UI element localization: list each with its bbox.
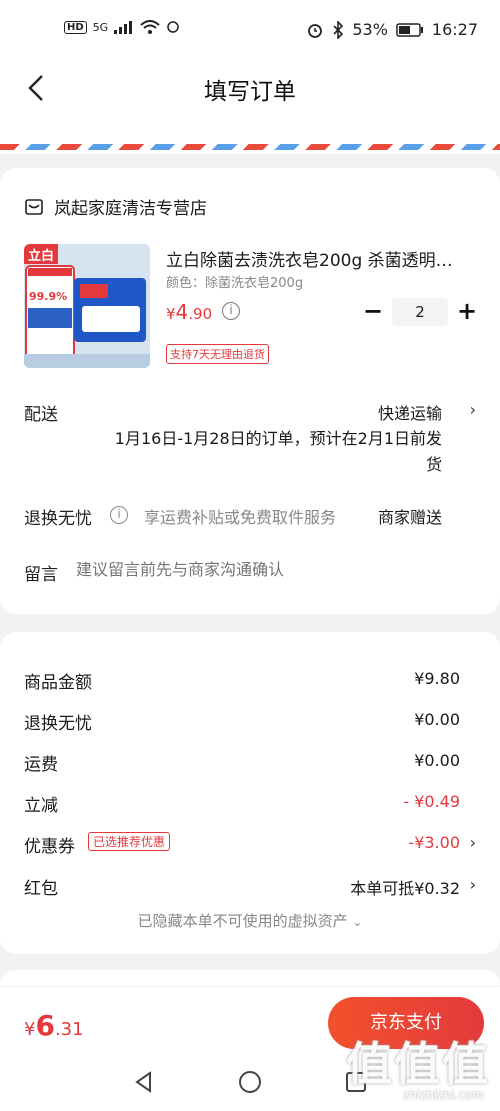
nav-bar: 填写订单 — [0, 60, 500, 120]
goods-amount-value: ¥9.80 — [414, 669, 460, 688]
status-bar: HD 5G 53% 16:27 — [0, 0, 500, 60]
info-icon[interactable]: i — [110, 506, 128, 524]
total-symbol: ¥ — [24, 1019, 36, 1040]
product-image[interactable]: 立白 99.9% — [24, 244, 150, 368]
network-label: 5G — [92, 20, 109, 34]
return-service-desc: 享运费补贴或免费取件服务 — [144, 508, 337, 527]
store-name: 岚起家庭清洁专营店 — [54, 199, 207, 219]
red-packet-value[interactable]: 本单可抵¥0.32 — [350, 875, 460, 899]
address-divider — [0, 120, 500, 154]
product-title[interactable]: 立白除菌去渍洗衣皂200g 杀菌透明… — [166, 246, 476, 271]
product-price: ¥4.90 — [166, 300, 212, 324]
hidden-assets-toggle[interactable]: 已隐藏本单不可使用的虚拟资产 ⌄ — [0, 910, 500, 931]
price-symbol: ¥ — [166, 305, 176, 323]
home-circle-icon[interactable] — [238, 1070, 262, 1094]
product-image-percent: 99.9% — [29, 290, 68, 303]
shipping-method[interactable]: 快递运输 — [378, 400, 442, 424]
return-fee-label: 退换无忧 — [24, 714, 92, 734]
message-label: 留言 — [24, 565, 58, 585]
freight-value: ¥0.00 — [414, 751, 460, 770]
total-integer: 6 — [35, 1009, 55, 1042]
watermark-logo: 值值值 — [346, 1037, 490, 1091]
back-triangle-icon[interactable] — [132, 1070, 156, 1094]
store-row[interactable]: 岚起家庭清洁专营店 — [24, 194, 207, 219]
watermark-site: zhizhizhi.com — [402, 1088, 484, 1102]
status-right: 53% 16:27 — [306, 20, 478, 39]
signal-icon — [114, 21, 133, 34]
decrease-button[interactable]: − — [362, 299, 384, 325]
return-service-gift: 商家赠送 — [377, 508, 442, 527]
order-item-card: 岚起家庭清洁专营店 立白 99.9% 立白除菌去渍洗衣皂200g 杀菌透明… 颜… — [0, 168, 500, 614]
chevron-right-icon[interactable]: › — [470, 875, 476, 894]
chevron-right-icon[interactable]: › — [470, 833, 476, 852]
return-service-label: 退换无忧 — [24, 509, 92, 529]
alarm-icon — [308, 23, 323, 38]
message-input[interactable] — [76, 560, 476, 579]
red-packet-label: 红包 — [24, 879, 58, 899]
shipping-label: 配送 — [24, 405, 58, 425]
store-icon — [25, 198, 43, 215]
info-icon[interactable]: i — [222, 302, 240, 320]
hd-icon: HD — [64, 20, 87, 34]
instant-discount-value: - ¥0.49 — [403, 792, 460, 811]
product-image-brand: 立白 — [28, 249, 55, 264]
chevron-right-icon[interactable]: › — [470, 400, 476, 419]
quantity-stepper: − 2 + — [362, 298, 478, 326]
price-summary-card: 商品金额 ¥9.80 退换无忧 ¥0.00 运费 ¥0.00 立减 - ¥0.4… — [0, 632, 500, 954]
app-notification-icon — [167, 21, 179, 33]
coupon-value[interactable]: -¥3.00 — [408, 833, 460, 852]
hidden-assets-note: 已隐藏本单不可使用的虚拟资产 — [137, 912, 348, 930]
product-variant: 颜色：除菌洗衣皂200g — [166, 276, 304, 291]
clock: 16:27 — [431, 20, 478, 39]
coupon-recommended-tag: 已选推荐优惠 — [88, 832, 171, 851]
shipping-note: 1月16日-1月28日的订单，预计在2月1日前发货 — [114, 429, 442, 474]
price-decimal: .90 — [188, 305, 213, 323]
bluetooth-icon — [333, 20, 344, 39]
return-policy-badge: 支持7天无理由退货 — [166, 344, 269, 364]
page-title: 填写订单 — [204, 79, 296, 105]
price-integer: 4 — [175, 300, 189, 324]
goods-amount-label: 商品金额 — [24, 673, 92, 693]
increase-button[interactable]: + — [456, 299, 478, 325]
total-amount: ¥6.31 — [24, 1009, 84, 1042]
chevron-down-icon: ⌄ — [352, 915, 363, 929]
return-fee-value: ¥0.00 — [414, 710, 460, 729]
total-decimal: .31 — [54, 1019, 84, 1040]
wifi-icon — [140, 20, 160, 34]
coupon-label: 优惠券 — [24, 837, 75, 857]
instant-discount-label: 立减 — [24, 796, 58, 816]
freight-label: 运费 — [24, 755, 58, 775]
battery-icon — [396, 22, 423, 37]
status-left: HD 5G — [64, 20, 180, 34]
battery-percent: 53% — [352, 20, 388, 39]
airmail-stripe — [0, 144, 500, 150]
quantity-value[interactable]: 2 — [392, 298, 448, 326]
